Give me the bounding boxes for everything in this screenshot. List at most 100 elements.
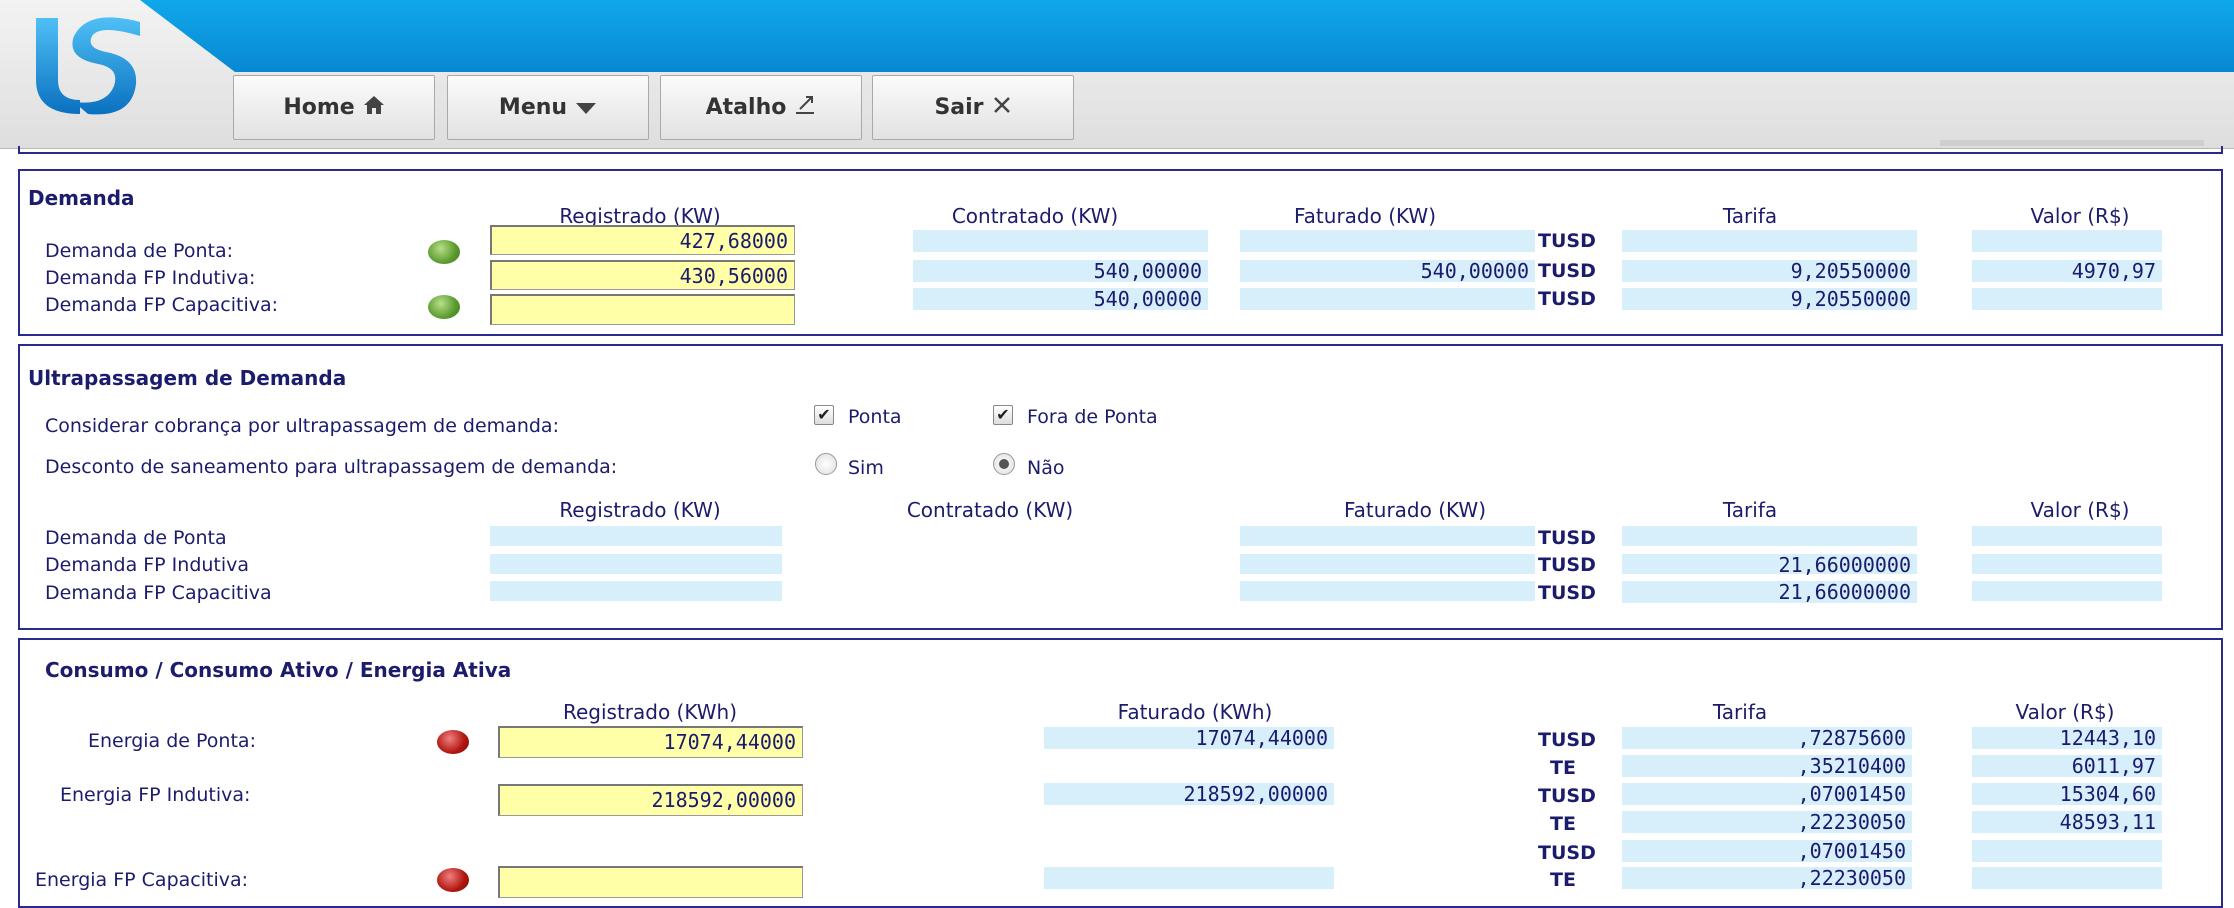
ultra-fp-indutiva-code: TUSD (1538, 554, 1596, 576)
demanda-fp-indutiva-contratado: 540,00000 (913, 260, 1208, 282)
ultra-fp-indutiva-valor (1972, 554, 2162, 574)
atalho-button[interactable]: Atalho (660, 75, 862, 140)
energia-fp-indutiva-faturado: 218592,00000 (1044, 783, 1334, 805)
ultra-fp-capacitiva-code: TUSD (1538, 582, 1596, 604)
demanda-fp-indutiva-registrado-input[interactable]: 430,56000 (490, 260, 795, 290)
ultrapassagem-header-tarifa: Tarifa (1722, 498, 1778, 522)
nao-radio-label: Não (1027, 457, 1065, 479)
ultra-fp-capacitiva-label: Demanda FP Capacitiva (45, 582, 272, 604)
ultra-ponta-registrado (490, 526, 782, 546)
ultrapassagem-header-valor: Valor (R$) (2030, 498, 2130, 522)
demanda-fp-indutiva-faturado: 540,00000 (1240, 260, 1535, 282)
demanda-ponta-registrado-input[interactable]: 427,68000 (490, 225, 795, 255)
demanda-fp-capacitiva-tarifa: 9,20550000 (1622, 288, 1917, 310)
demanda-fp-capacitiva-valor (1972, 288, 2162, 310)
external-link-icon (794, 95, 816, 120)
fora-ponta-checkbox[interactable]: ✔ (993, 405, 1013, 425)
energia-fp-capacitiva-te-valor (1972, 867, 2162, 889)
atalho-label: Atalho (705, 95, 787, 120)
energia-fp-capacitiva-tusd-code: TUSD (1538, 842, 1596, 864)
ultra-fp-capacitiva-faturado (1240, 581, 1535, 601)
energia-ponta-te-code: TE (1550, 757, 1576, 779)
home-button[interactable]: Home (233, 75, 435, 140)
ultra-fp-indutiva-label: Demanda FP Indutiva (45, 554, 250, 576)
menu-label: Menu (498, 95, 568, 120)
consumo-header-registrado: Registrado (KWh) (562, 700, 738, 724)
header-band (140, 0, 2234, 72)
demanda-ponta-label: Demanda de Ponta: (45, 240, 233, 262)
energia-fp-capacitiva-te-tarifa: ,22230050 (1622, 867, 1912, 889)
ultrapassagem-header-registrado: Registrado (KW) (559, 498, 721, 522)
energia-fp-indutiva-te-code: TE (1550, 813, 1576, 835)
ponta-checkbox-label: Ponta (848, 406, 902, 428)
ultrapassagem-header-faturado: Faturado (KW) (1344, 498, 1486, 522)
ultra-ponta-faturado (1240, 526, 1535, 546)
energia-fp-capacitiva-te-code: TE (1550, 869, 1576, 891)
sim-radio[interactable] (815, 453, 837, 475)
energia-fp-indutiva-registrado-input[interactable]: 218592,00000 (498, 784, 803, 816)
demanda-header-tarifa: Tarifa (1722, 204, 1778, 228)
energia-fp-capacitiva-registrado-input[interactable] (498, 866, 803, 898)
demanda-fp-capacitiva-registrado-input[interactable] (490, 294, 795, 325)
menu-button[interactable]: Menu (447, 75, 649, 140)
ultra-ponta-tarifa (1622, 526, 1917, 546)
energia-ponta-faturado: 17074,44000 (1044, 727, 1334, 749)
ultrapassagem-title: Ultrapassagem de Demanda (28, 366, 347, 390)
ultra-ponta-label: Demanda de Ponta (45, 527, 227, 549)
demanda-fp-indutiva-valor: 4970,97 (1972, 260, 2162, 282)
ultra-fp-capacitiva-registrado (490, 581, 782, 601)
ultra-fp-indutiva-faturado (1240, 554, 1535, 574)
status-error-indicator (437, 868, 469, 892)
energia-ponta-te-tarifa: ,35210400 (1622, 755, 1912, 777)
sim-radio-label: Sim (848, 457, 884, 479)
demanda-fp-capacitiva-code: TUSD (1538, 288, 1596, 310)
close-icon (992, 95, 1012, 120)
ultra-fp-capacitiva-valor (1972, 581, 2162, 601)
consumo-header-valor: Valor (R$) (2015, 700, 2115, 724)
status-error-indicator (437, 730, 469, 754)
demanda-ponta-faturado (1240, 230, 1535, 252)
energia-fp-indutiva-tusd-valor: 15304,60 (1972, 783, 2162, 805)
demanda-ponta-tarifa (1622, 230, 1917, 252)
energia-ponta-registrado-input[interactable]: 17074,44000 (498, 726, 803, 758)
ultra-fp-indutiva-tarifa: 21,66000000 (1622, 554, 1917, 576)
demanda-fp-capacitiva-label: Demanda FP Capacitiva: (45, 294, 279, 316)
energia-ponta-tusd-valor: 12443,10 (1972, 727, 2162, 749)
caret-down-icon (575, 96, 597, 120)
demanda-fp-capacitiva-contratado: 540,00000 (913, 288, 1208, 310)
energia-fp-capacitiva-tusd-tarifa: ,07001450 (1622, 840, 1912, 862)
ultrapassagem-header-contratado: Contratado (KW) (906, 498, 1074, 522)
energia-fp-indutiva-label: Energia FP Indutiva: (60, 784, 251, 806)
considerar-label: Considerar cobrança por ultrapassagem de… (45, 415, 559, 437)
demanda-header-valor: Valor (R$) (2030, 204, 2130, 228)
sair-label: Sair (934, 95, 984, 120)
ultra-fp-indutiva-registrado (490, 554, 782, 574)
demanda-fp-indutiva-tarifa: 9,20550000 (1622, 260, 1917, 282)
nao-radio[interactable] (993, 453, 1015, 475)
energia-ponta-tusd-tarifa: ,72875600 (1622, 727, 1912, 749)
sair-button[interactable]: Sair (872, 75, 1074, 140)
demanda-ponta-code: TUSD (1538, 230, 1596, 252)
energia-fp-indutiva-te-tarifa: ,22230050 (1622, 811, 1912, 833)
ultra-ponta-valor (1972, 526, 2162, 546)
ponta-checkbox[interactable]: ✔ (814, 405, 834, 425)
status-ok-indicator (428, 295, 460, 319)
company-logo (36, 17, 140, 115)
demanda-fp-indutiva-code: TUSD (1538, 260, 1596, 282)
ultra-fp-capacitiva-tarifa: 21,66000000 (1622, 581, 1917, 603)
demanda-header-contratado: Contratado (KW) (951, 204, 1119, 228)
demanda-title: Demanda (28, 186, 135, 210)
demanda-fp-capacitiva-faturado (1240, 288, 1535, 310)
demanda-ponta-valor (1972, 230, 2162, 252)
consumo-header-faturado: Faturado (KWh) (1117, 700, 1273, 724)
demanda-ponta-contratado (913, 230, 1208, 252)
energia-fp-indutiva-tusd-tarifa: ,07001450 (1622, 783, 1912, 805)
ultra-ponta-code: TUSD (1538, 527, 1596, 549)
energia-ponta-label: Energia de Ponta: (88, 730, 256, 752)
fora-ponta-checkbox-label: Fora de Ponta (1027, 406, 1158, 428)
energia-ponta-te-valor: 6011,97 (1972, 755, 2162, 777)
demanda-fp-indutiva-label: Demanda FP Indutiva: (45, 267, 256, 289)
home-icon (363, 95, 385, 120)
energia-fp-indutiva-te-valor: 48593,11 (1972, 811, 2162, 833)
consumo-header-tarifa: Tarifa (1712, 700, 1768, 724)
